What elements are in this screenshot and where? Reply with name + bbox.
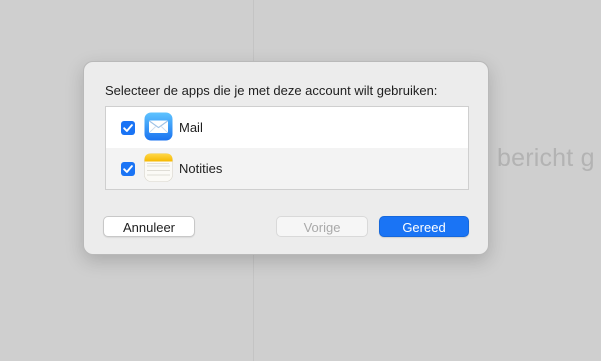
app-row-mail[interactable]: Mail <box>106 107 468 148</box>
mail-label: Mail <box>179 120 203 135</box>
account-apps-dialog: Selecteer de apps die je met deze accoun… <box>83 61 489 255</box>
mail-checkbox[interactable] <box>121 121 135 135</box>
done-button[interactable]: Gereed <box>379 216 469 237</box>
mail-app-icon <box>144 112 173 141</box>
notes-label: Notities <box>179 161 223 176</box>
app-row-notes[interactable]: Notities <box>106 148 468 189</box>
checkmark-icon <box>123 124 133 132</box>
previous-button[interactable]: Vorige <box>276 216 368 237</box>
app-list: Mail Notities <box>105 106 469 190</box>
background-message-text: bericht g <box>497 144 595 172</box>
notes-checkbox[interactable] <box>121 162 135 176</box>
dialog-prompt: Selecteer de apps die je met deze accoun… <box>105 83 438 98</box>
notes-app-icon <box>144 153 173 182</box>
checkmark-icon <box>123 165 133 173</box>
cancel-button[interactable]: Annuleer <box>103 216 195 237</box>
